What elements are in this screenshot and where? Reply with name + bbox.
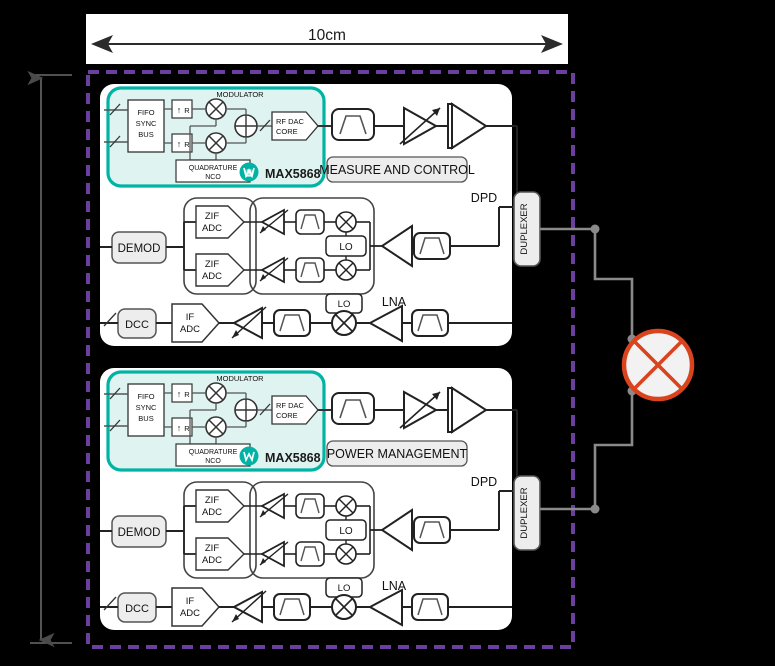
max5868-chip-lower[interactable]: FIFO SYNC BUS ↑ R ↑ R MODULATOR RF DAC C…	[104, 370, 326, 472]
summer	[234, 398, 258, 422]
power-management-block[interactable]: POWER MANAGEMENT	[326, 440, 468, 467]
rx-filter-i-lower	[295, 493, 325, 519]
rx-mixer-q-upper	[335, 259, 357, 281]
summer	[234, 114, 258, 138]
if-filter-lower	[273, 593, 311, 621]
nco-line-2: NCO	[205, 458, 221, 465]
dimension-top: 10cm	[86, 14, 568, 64]
zif-adc-q-line-2: ADC	[202, 271, 222, 282]
dcc-label-upper: DCC	[125, 319, 149, 331]
dpd-label-upper: DPD	[471, 191, 497, 205]
zif-adc-i-line-1: ZIF	[205, 211, 219, 222]
part-number-label: MAX5868	[265, 451, 321, 465]
rx-input-filter-upper	[413, 232, 451, 260]
nco-line-2: NCO	[205, 174, 221, 181]
svg-text:↑: ↑	[177, 389, 182, 399]
modulator-label: MODULATOR	[216, 374, 264, 383]
duplexer-lower[interactable]: DUPLEXER	[513, 475, 541, 551]
fifo-line-1: FIFO	[137, 392, 154, 401]
measure-and-control-block[interactable]: MEASURE AND CONTROL	[319, 156, 475, 183]
zif-adc-i-line-2: ADC	[202, 223, 222, 234]
dcc-block-upper[interactable]: DCC	[117, 308, 157, 339]
svg-text:↑: ↑	[177, 105, 182, 115]
rf-dac-line-1: RF DAC	[276, 401, 305, 410]
lo-block-zif-upper: LO	[325, 235, 367, 257]
lna-label-upper: LNA	[382, 295, 407, 309]
mixer-q	[205, 132, 227, 154]
fifo-line-1: FIFO	[137, 108, 154, 117]
svg-text:↑: ↑	[177, 423, 182, 433]
if-mixer-upper	[331, 310, 357, 336]
part-number-label: MAX5868	[265, 167, 321, 181]
fifo-line-2: SYNC	[136, 403, 157, 412]
measure-and-control-label: MEASURE AND CONTROL	[319, 163, 475, 177]
demod-label-upper: DEMOD	[118, 243, 161, 255]
demod-block-upper[interactable]: DEMOD	[111, 231, 167, 264]
duplexer-label-upper: DUPLEXER	[519, 203, 530, 254]
if-adc-line-2: ADC	[180, 324, 200, 335]
if-mixer-lower	[331, 594, 357, 620]
lo-label-zif-lower: LO	[339, 526, 353, 537]
rf-dac-line-1: RF DAC	[276, 117, 305, 126]
lo-block-zif-lower: LO	[325, 519, 367, 541]
zif-adc-q-line-1: ZIF	[205, 543, 219, 554]
power-management-label: POWER MANAGEMENT	[327, 447, 468, 461]
zif-adc-q-line-2: ADC	[202, 555, 222, 566]
nco-line-1: QUADRATURE	[189, 449, 238, 456]
if-input-filter-upper	[411, 309, 449, 337]
lna-label-lower: LNA	[382, 579, 407, 593]
mixer-i	[205, 382, 227, 404]
maxim-logo-icon	[239, 446, 259, 466]
if-filter-upper	[273, 309, 311, 337]
if-adc-line-2: ADC	[180, 608, 200, 619]
interpolator-i-label: R	[184, 390, 190, 399]
rx-mixer-i-upper	[335, 211, 357, 233]
rx-filter-q-lower	[295, 541, 325, 567]
duplexer-label-lower: DUPLEXER	[519, 487, 530, 538]
zif-adc-q-line-1: ZIF	[205, 259, 219, 270]
rx-filter-q-upper	[295, 257, 325, 283]
mixer-i	[205, 98, 227, 120]
lo-label-if-upper: LO	[338, 299, 351, 310]
rf-dac-line-2: CORE	[276, 127, 298, 136]
tx-filter-upper	[331, 108, 375, 141]
fifo-line-2: SYNC	[136, 119, 157, 128]
fifo-line-3: BUS	[138, 414, 153, 423]
rx-filter-i-upper	[295, 209, 325, 235]
nco-line-1: QUADRATURE	[189, 165, 238, 172]
fifo-line-3: BUS	[138, 130, 153, 139]
if-adc-line-1: IF	[186, 596, 195, 607]
svg-text:↑: ↑	[177, 139, 182, 149]
tx-filter-lower	[331, 392, 375, 425]
lo-label-if-lower: LO	[338, 583, 351, 594]
rx-mixer-i-lower	[335, 495, 357, 517]
dcc-label-lower: DCC	[125, 603, 149, 615]
demod-block-lower[interactable]: DEMOD	[111, 515, 167, 548]
if-input-filter-lower	[411, 593, 449, 621]
zif-adc-i-line-1: ZIF	[205, 495, 219, 506]
mixer-q	[205, 416, 227, 438]
diagram-canvas: 10cm FIFO SYNC BUS ↑ R ↑ R MODULATOR RF …	[0, 0, 775, 666]
rf-dac-line-2: CORE	[276, 411, 298, 420]
dimension-top-label: 10cm	[308, 27, 346, 44]
max5868-chip-upper[interactable]: FIFO SYNC BUS ↑ R ↑ R MODULATOR RF DAC C…	[104, 86, 326, 188]
antenna-symbol[interactable]	[621, 328, 695, 402]
interpolator-i-label: R	[184, 106, 190, 115]
lo-label-zif-upper: LO	[339, 242, 353, 253]
maxim-logo-icon: ♛	[239, 162, 259, 182]
dpd-label-lower: DPD	[471, 475, 497, 489]
zif-adc-i-line-2: ADC	[202, 507, 222, 518]
demod-label-lower: DEMOD	[118, 527, 161, 539]
duplexer-upper[interactable]: DUPLEXER	[513, 191, 541, 267]
rx-mixer-q-lower	[335, 543, 357, 565]
rx-input-filter-lower	[413, 516, 451, 544]
modulator-label: MODULATOR	[216, 90, 264, 99]
dcc-block-lower[interactable]: DCC	[117, 592, 157, 623]
if-adc-line-1: IF	[186, 312, 195, 323]
